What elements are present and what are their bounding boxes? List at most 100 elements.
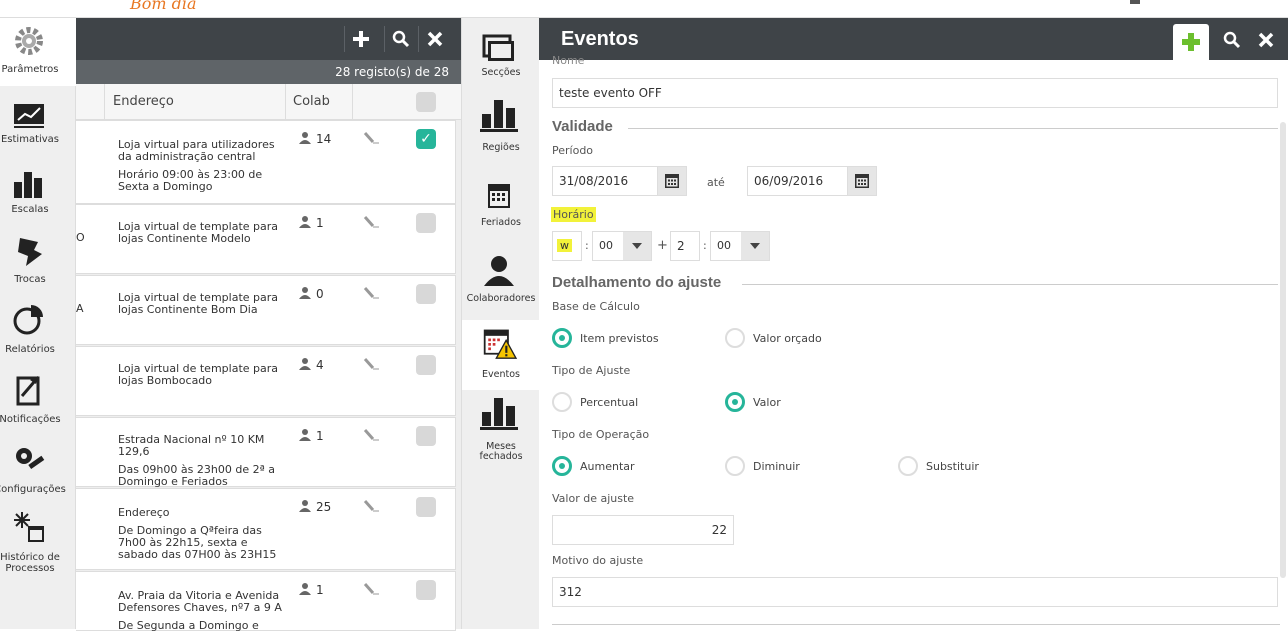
holiday-calendar-icon [488, 184, 510, 208]
nav-item-meses-fechados[interactable]: Meses fechados [462, 392, 540, 464]
table-row[interactable]: Endereço De Domingo a Qªfeira das 7h00 à… [76, 488, 456, 570]
table-row[interactable]: O Loja virtual de template para lojas Co… [76, 204, 456, 274]
swap-icon [18, 238, 42, 266]
chevron-down-icon [741, 232, 769, 260]
nav-item-feriados[interactable]: Feriados [462, 170, 540, 242]
form-header: Eventos [539, 18, 1288, 60]
sidebar-item-parametros[interactable]: Parâmetros [0, 18, 76, 86]
sidebar-item-relatorios[interactable]: Relatórios [0, 300, 76, 370]
chevron-down-icon [623, 232, 651, 260]
event-calendar-warning-icon [483, 329, 518, 359]
table-row[interactable]: Loja virtual de template para lojas Bomb… [76, 346, 456, 416]
name-field[interactable]: teste evento OFF [552, 78, 1278, 108]
section-title-validade: Validade [552, 118, 613, 135]
edit-icon[interactable] [362, 357, 380, 371]
row-code-fragment: O [76, 231, 85, 244]
edit-icon[interactable] [362, 215, 380, 229]
plus-sign: + [657, 238, 668, 253]
radio-valor[interactable] [725, 392, 745, 412]
table-row[interactable]: Av. Praia da Vitoria e Avenida Defensore… [76, 571, 456, 632]
address-line: De Domingo a Qªfeira das 7h00 às 22h15, … [118, 524, 277, 561]
sidebar-item-historico[interactable]: Histórico de Processos [0, 510, 76, 580]
column-divider [285, 84, 286, 120]
sidebar-item-trocas[interactable]: Trocas [0, 230, 76, 300]
sidebar-item-estimativas[interactable]: Estimativas [0, 90, 76, 160]
date-from-field[interactable]: 31/08/2016 [552, 166, 658, 196]
radio-substituir[interactable] [898, 456, 918, 476]
radio-aumentar[interactable] [552, 456, 572, 476]
adjust-value-field[interactable]: 22 [552, 515, 734, 545]
name-label: Nome [552, 54, 585, 67]
column-header-address[interactable]: Endereço [113, 94, 174, 109]
sidebar-label-line2: Processos [5, 563, 55, 574]
add-button[interactable] [344, 18, 378, 60]
time-separator: : [703, 239, 707, 252]
sidebar-item-escalas[interactable]: Escalas [0, 160, 76, 230]
sidebar-item-configuracoes[interactable]: Configurações [0, 440, 76, 510]
sidebar-item-notificacoes[interactable]: Notificações [0, 370, 76, 440]
user-icon [299, 583, 311, 595]
row-checkbox[interactable] [416, 355, 436, 375]
hour-start-field[interactable]: w [552, 231, 582, 261]
search-button[interactable] [1215, 18, 1249, 60]
base-label: Base de Cálculo [552, 300, 640, 313]
top-strip: Bom dia [0, 0, 1288, 18]
nav-item-eventos[interactable]: Eventos [462, 320, 540, 390]
address-line: De Segunda a Domingo e [118, 619, 259, 632]
nav-label: Feriados [481, 217, 521, 228]
edit-icon[interactable] [362, 131, 380, 145]
user-icon [299, 287, 311, 299]
user-menu-icon[interactable] [1130, 0, 1140, 4]
adjust-reason-field[interactable]: 312 [552, 577, 1278, 607]
nav-item-regioes[interactable]: Regiões [462, 96, 540, 168]
edit-icon[interactable] [362, 499, 380, 513]
minute-end-select[interactable]: 00 [710, 231, 770, 261]
search-button[interactable] [384, 18, 418, 60]
hour-end-field[interactable]: 2 [670, 231, 700, 261]
close-button[interactable] [1249, 18, 1283, 60]
date-to-field[interactable]: 06/09/2016 [747, 166, 849, 196]
radio-percentual[interactable] [552, 392, 572, 412]
close-icon [1258, 32, 1274, 48]
section-nav: Secções Regiões Feriados Colaboradores E… [461, 18, 540, 629]
record-count: 28 registo(s) de 28 [76, 60, 461, 84]
row-checkbox[interactable]: ✓ [416, 129, 436, 149]
radio-item-previstos[interactable] [552, 328, 572, 348]
date-to-calendar-button[interactable] [847, 166, 877, 196]
row-code-fragment: A [76, 302, 84, 315]
column-divider [104, 84, 105, 120]
column-header-colab[interactable]: Colab [293, 94, 330, 109]
row-address: Loja virtual de template para lojas Cont… [118, 221, 288, 251]
row-checkbox[interactable] [416, 580, 436, 600]
sidebar-label: Histórico de Processos [0, 552, 68, 574]
table-row[interactable]: Estrada Nacional nº 10 KM 129,6 Das 09h0… [76, 417, 456, 488]
radio-valor-orcado[interactable] [725, 328, 745, 348]
nav-item-seccoes[interactable]: Secções [462, 24, 540, 96]
add-event-button[interactable] [1173, 24, 1209, 60]
row-checkbox[interactable] [416, 426, 436, 446]
brand-logo: Bom dia [130, 0, 197, 13]
minute-start-select[interactable]: 00 [592, 231, 652, 261]
edit-icon[interactable] [362, 582, 380, 596]
edit-icon[interactable] [362, 286, 380, 300]
colab-count: 0 [316, 287, 324, 301]
nav-label: Secções [481, 67, 521, 78]
select-all-checkbox[interactable] [416, 92, 436, 112]
date-from-calendar-button[interactable] [657, 166, 687, 196]
trend-chart-icon [14, 104, 44, 128]
radio-diminuir[interactable] [725, 456, 745, 476]
table-row[interactable]: Loja virtual para utilizadores da admini… [76, 120, 456, 204]
form-scrollbar[interactable] [1280, 122, 1286, 578]
section-divider [552, 624, 1280, 625]
row-checkbox[interactable] [416, 213, 436, 233]
edit-icon[interactable] [362, 428, 380, 442]
main-sidebar: Parâmetros Estimativas Escalas Trocas Re… [0, 18, 76, 629]
row-checkbox[interactable] [416, 497, 436, 517]
sidebar-label: Estimativas [0, 134, 60, 145]
close-button[interactable] [418, 18, 452, 60]
nav-item-colaboradores[interactable]: Colaboradores [462, 246, 540, 318]
table-row[interactable]: A Loja virtual de template para lojas Co… [76, 275, 456, 345]
row-checkbox[interactable] [416, 284, 436, 304]
column-divider [352, 84, 353, 120]
address-line: Loja virtual de template para lojas Cont… [118, 291, 279, 316]
